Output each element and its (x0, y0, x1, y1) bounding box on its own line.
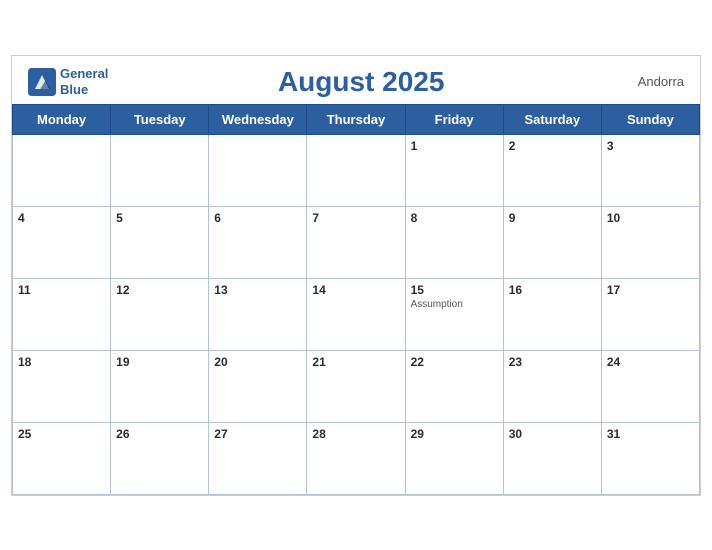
calendar-cell (111, 134, 209, 206)
calendar-cell: 15 Assumption (405, 278, 503, 350)
week-row-1: 123 (13, 134, 700, 206)
day-number: 29 (411, 427, 498, 441)
week-row-2: 456789 10 (13, 206, 700, 278)
calendar-cell: 31 (601, 422, 699, 494)
calendar-cell: 24 (601, 350, 699, 422)
calendar-cell (307, 134, 405, 206)
day-number: 12 (116, 283, 203, 297)
calendar-cell: 4 (13, 206, 111, 278)
calendar-cell: 1 (405, 134, 503, 206)
day-number: 5 (116, 211, 203, 225)
calendar-cell: 8 (405, 206, 503, 278)
calendar-cell: 30 (503, 422, 601, 494)
calendar-cell: 29 (405, 422, 503, 494)
logo-icon (28, 68, 56, 96)
calendar-cell: 18 (13, 350, 111, 422)
calendar-cell: 22 (405, 350, 503, 422)
day-number: 11 (18, 283, 105, 297)
day-number: 3 (607, 139, 694, 153)
weekday-header-wednesday: Wednesday (209, 104, 307, 134)
calendar-cell: 21 (307, 350, 405, 422)
calendar-container: General Blue August 2025 Andorra MondayT… (11, 55, 701, 496)
day-number: 17 (607, 283, 694, 297)
day-number: 13 (214, 283, 301, 297)
calendar-table: MondayTuesdayWednesdayThursdayFridaySatu… (12, 104, 700, 495)
day-number: 8 (411, 211, 498, 225)
country-label: Andorra (614, 74, 684, 89)
weekday-header-monday: Monday (13, 104, 111, 134)
week-row-4: 18 19 20 21 22 23 24 (13, 350, 700, 422)
day-number: 4 (18, 211, 105, 225)
weekday-header-row: MondayTuesdayWednesdayThursdayFridaySatu… (13, 104, 700, 134)
calendar-cell: 23 (503, 350, 601, 422)
logo-text: General Blue (60, 66, 108, 97)
day-number: 22 (411, 355, 498, 369)
weekday-header-saturday: Saturday (503, 104, 601, 134)
day-number: 2 (509, 139, 596, 153)
weekday-header-thursday: Thursday (307, 104, 405, 134)
month-title: August 2025 (108, 66, 614, 98)
day-number: 31 (607, 427, 694, 441)
calendar-cell: 27 (209, 422, 307, 494)
week-row-3: 11 12 13 14 15 Assumption 16 17 (13, 278, 700, 350)
calendar-cell: 9 (503, 206, 601, 278)
day-number: 28 (312, 427, 399, 441)
logo-area: General Blue (28, 66, 108, 97)
calendar-cell: 17 (601, 278, 699, 350)
calendar-cell: 13 (209, 278, 307, 350)
day-number: 9 (509, 211, 596, 225)
day-number: 23 (509, 355, 596, 369)
weekday-header-tuesday: Tuesday (111, 104, 209, 134)
day-number: 1 (411, 139, 498, 153)
day-number: 27 (214, 427, 301, 441)
day-number: 30 (509, 427, 596, 441)
day-number: 26 (116, 427, 203, 441)
day-number: 21 (312, 355, 399, 369)
day-number: 20 (214, 355, 301, 369)
day-number: 6 (214, 211, 301, 225)
day-number: 7 (312, 211, 399, 225)
calendar-cell: 3 (601, 134, 699, 206)
calendar-header: General Blue August 2025 Andorra (12, 56, 700, 104)
calendar-cell: 20 (209, 350, 307, 422)
day-number: 16 (509, 283, 596, 297)
calendar-cell: 10 (601, 206, 699, 278)
day-number: 18 (18, 355, 105, 369)
calendar-cell: 7 (307, 206, 405, 278)
calendar-cell: 2 (503, 134, 601, 206)
calendar-cell: 14 (307, 278, 405, 350)
week-row-5: 25 26 27 28 29 30 31 (13, 422, 700, 494)
calendar-cell: 12 (111, 278, 209, 350)
day-number: 15 (411, 283, 498, 297)
day-number: 25 (18, 427, 105, 441)
calendar-cell: 6 (209, 206, 307, 278)
calendar-cell: 16 (503, 278, 601, 350)
calendar-cell (209, 134, 307, 206)
calendar-cell: 19 (111, 350, 209, 422)
calendar-cell: 11 (13, 278, 111, 350)
calendar-cell: 26 (111, 422, 209, 494)
day-number: 24 (607, 355, 694, 369)
calendar-cell (13, 134, 111, 206)
day-number: 10 (607, 211, 694, 225)
day-number: 19 (116, 355, 203, 369)
day-number: 14 (312, 283, 399, 297)
calendar-cell: 25 (13, 422, 111, 494)
holiday-label: Assumption (411, 299, 498, 310)
calendar-cell: 28 (307, 422, 405, 494)
weekday-header-friday: Friday (405, 104, 503, 134)
weekday-header-sunday: Sunday (601, 104, 699, 134)
calendar-cell: 5 (111, 206, 209, 278)
